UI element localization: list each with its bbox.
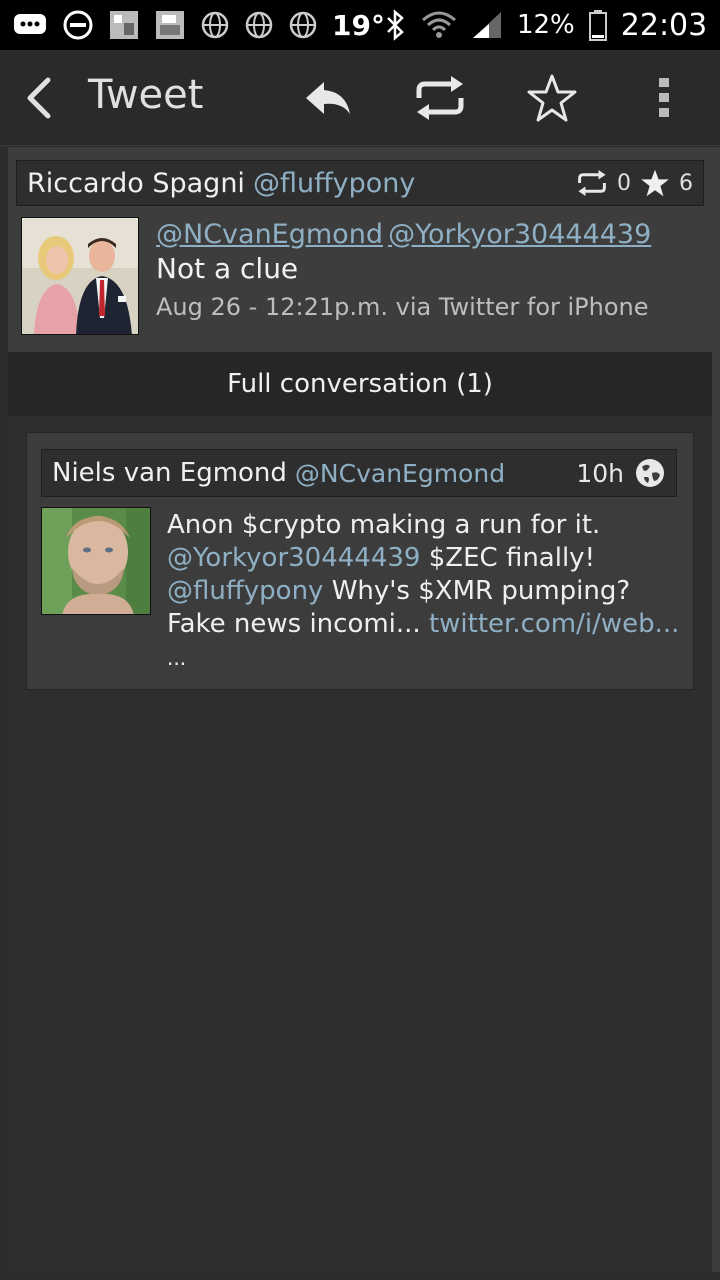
mention-link[interactable]: @NCvanEgmond (156, 219, 383, 250)
avatar[interactable] (21, 217, 139, 335)
reply-text-part: Fake news incomi... (167, 609, 429, 639)
wifi-icon (421, 10, 457, 40)
globe-icon (634, 457, 666, 489)
tweet-stats: 0 6 (575, 168, 693, 198)
bluetooth-icon (385, 9, 407, 41)
full-conversation-button[interactable]: Full conversation (1) (8, 352, 712, 416)
tweet-body: @NCvanEgmond @Yorkyor30444439 Not a clue… (156, 219, 716, 321)
reply-time: 10h (576, 458, 624, 488)
avatar[interactable] (41, 507, 151, 615)
image-notification-icon (108, 9, 140, 41)
conversation-list: Niels van Egmond @NCvanEgmond 10h Anon $… (8, 416, 712, 1272)
do-not-disturb-icon (62, 9, 94, 41)
action-bar: Tweet (0, 50, 720, 146)
reply-text: Anon $crypto making a run for it. @Yorky… (167, 509, 687, 675)
tweet-text: Not a clue (156, 252, 299, 285)
reply-text-part: $ZEC finally! (420, 543, 595, 573)
back-icon[interactable] (22, 74, 58, 122)
favorite-button[interactable] (524, 70, 580, 126)
overflow-menu-icon (659, 78, 669, 117)
star-icon (641, 169, 669, 197)
overflow-menu-button[interactable] (636, 70, 692, 126)
reply-icon (306, 82, 350, 114)
author-name[interactable]: Riccardo Spagni (27, 168, 245, 199)
globe-icon (200, 10, 230, 40)
author-handle[interactable]: @fluffypony (253, 168, 415, 199)
page-title: Tweet (88, 72, 204, 118)
favorite-count: 6 (679, 170, 693, 196)
weather-temperature: 19° (332, 8, 385, 42)
mention-link[interactable]: @Yorkyor30444439 (167, 543, 420, 573)
reply-text-part: Anon $crypto making a run for it. (167, 510, 601, 540)
reply-author-handle[interactable]: @NCvanEgmond (295, 459, 505, 488)
reply-ellipsis: ... (167, 646, 187, 670)
messages-notification-icon (12, 11, 48, 39)
reply-header[interactable]: Niels van Egmond @NCvanEgmond 10h (41, 449, 677, 497)
battery-percent: 12% (516, 10, 575, 40)
battery-icon (588, 9, 607, 41)
image-notification-icon (154, 9, 186, 41)
mention-link[interactable]: @fluffypony (167, 576, 323, 606)
reply-author-name[interactable]: Niels van Egmond (52, 458, 287, 488)
url-link[interactable]: twitter.com/i/web... (429, 609, 679, 639)
reply-button[interactable] (300, 70, 356, 126)
tweet-meta: Aug 26 - 12:21p.m. via Twitter for iPhon… (156, 293, 649, 321)
list-item[interactable]: Niels van Egmond @NCvanEgmond 10h Anon $… (26, 432, 694, 690)
status-bar: 19° 12% 22:03 (0, 0, 720, 50)
signal-icon (471, 10, 503, 40)
reply-text-part: Why's $XMR pumping? (323, 576, 631, 606)
tweet-header[interactable]: Riccardo Spagni @fluffypony 0 6 (16, 160, 704, 206)
clock: 22:03 (620, 7, 708, 43)
retweet-icon (578, 170, 606, 196)
tweet-detail-panel: Riccardo Spagni @fluffypony 0 6 @NCvanEg… (8, 147, 720, 1272)
globe-icon (288, 10, 318, 40)
star-icon (527, 74, 577, 122)
mention-link[interactable]: @Yorkyor30444439 (388, 219, 651, 250)
retweet-count: 0 (617, 170, 631, 196)
retweet-icon (416, 76, 464, 120)
full-conversation-label: Full conversation (1) (227, 369, 493, 399)
retweet-button[interactable] (412, 70, 468, 126)
globe-icon (244, 10, 274, 40)
